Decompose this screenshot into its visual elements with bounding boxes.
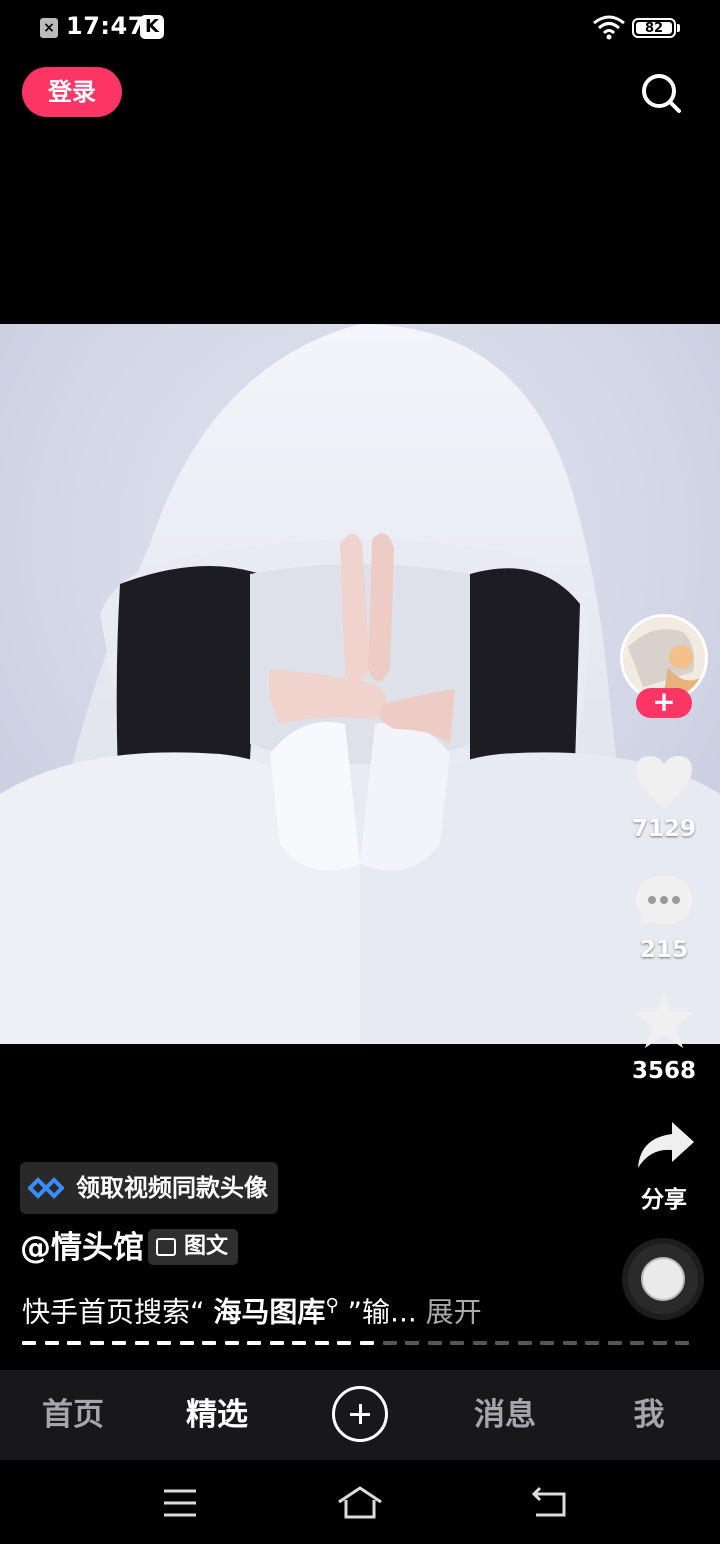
progress-segment <box>134 1341 149 1345</box>
progress-segment <box>67 1341 82 1345</box>
progress-segment <box>405 1341 420 1345</box>
search-keyword[interactable]: 海马图库 <box>213 1295 325 1328</box>
progress-segment <box>472 1341 487 1345</box>
post-type-label: 图文 <box>184 1234 229 1259</box>
music-disc-cover <box>641 1257 685 1301</box>
progress-segment <box>382 1341 397 1345</box>
progress-segment <box>202 1341 217 1345</box>
progress-segment <box>112 1341 127 1345</box>
follow-button[interactable]: + <box>636 688 692 718</box>
k-app-icon: K <box>140 15 164 39</box>
status-bar: × 17:47 K 82 <box>0 0 720 56</box>
hooded-figure-illustration <box>0 324 720 1044</box>
battery-icon: 82 <box>632 18 676 38</box>
close-box-icon: × <box>40 18 58 38</box>
progress-segment <box>247 1341 262 1345</box>
progress-segment <box>585 1341 600 1345</box>
progress-segment <box>224 1341 239 1345</box>
progress-segment <box>607 1341 622 1345</box>
expand-button[interactable]: 展开 <box>426 1295 482 1328</box>
progress-segment <box>292 1341 307 1345</box>
post-image[interactable] <box>0 324 720 1044</box>
post-type-tag: 图文 <box>148 1229 238 1265</box>
progress-segment <box>314 1341 329 1345</box>
tab-messages[interactable]: 消息 <box>450 1370 560 1460</box>
progress-segment <box>675 1341 690 1345</box>
star-icon[interactable] <box>632 990 696 1050</box>
progress-segment <box>337 1341 352 1345</box>
search-small-icon: ⚲ <box>325 1295 339 1316</box>
share-icon[interactable] <box>634 1116 698 1176</box>
progress-segment <box>450 1341 465 1345</box>
progress-segment <box>517 1341 532 1345</box>
description-suffix: ”输... <box>347 1295 417 1329</box>
battery-cap <box>677 24 680 32</box>
tab-me[interactable]: 我 <box>594 1370 704 1460</box>
get-avatar-promo[interactable]: 领取视频同款头像 <box>20 1162 278 1214</box>
share-label[interactable]: 分享 <box>614 1180 714 1214</box>
music-disc[interactable] <box>622 1238 704 1320</box>
image-progress-bar <box>22 1341 698 1345</box>
progress-segment <box>360 1341 374 1345</box>
menu-icon[interactable] <box>162 1488 198 1518</box>
tab-featured[interactable]: 精选 <box>162 1370 272 1460</box>
progress-segment <box>157 1341 172 1345</box>
progress-segment <box>179 1341 194 1345</box>
login-button[interactable]: 登录 <box>22 67 122 117</box>
system-navigation-bar <box>0 1460 720 1544</box>
tab-home[interactable]: 首页 <box>18 1370 128 1460</box>
back-icon[interactable] <box>530 1486 568 1518</box>
progress-segment <box>630 1341 645 1345</box>
link-icon <box>28 1177 64 1199</box>
description-prefix: 快手首页搜索“ <box>22 1295 205 1329</box>
search-icon[interactable] <box>638 70 684 116</box>
progress-segment <box>540 1341 555 1345</box>
heart-icon[interactable] <box>632 752 696 812</box>
progress-segment <box>89 1341 104 1345</box>
post-description[interactable]: 快手首页搜索“ 海马图库⚲ ”输... 展开 <box>22 1286 482 1332</box>
promo-label: 领取视频同款头像 <box>76 1174 268 1202</box>
image-icon <box>156 1238 176 1256</box>
author-name[interactable]: @情头馆 <box>20 1226 144 1270</box>
progress-segment <box>269 1341 284 1345</box>
create-post-button[interactable] <box>332 1386 388 1442</box>
progress-segment <box>652 1341 667 1345</box>
battery-level: 82 <box>636 22 672 35</box>
progress-segment <box>22 1341 36 1345</box>
progress-segment <box>427 1341 442 1345</box>
bottom-tab-bar: 首页 精选 消息 我 <box>0 1370 720 1460</box>
comment-count: 215 <box>639 937 688 963</box>
comment-icon[interactable] <box>632 872 696 932</box>
wifi-icon <box>593 15 625 40</box>
status-time: 17:47 <box>66 12 145 40</box>
progress-segment <box>44 1341 59 1345</box>
like-count: 7129 <box>631 816 696 842</box>
progress-segment <box>495 1341 510 1345</box>
home-icon[interactable] <box>336 1484 384 1520</box>
favorite-count: 3568 <box>631 1058 696 1084</box>
progress-segment <box>562 1341 577 1345</box>
